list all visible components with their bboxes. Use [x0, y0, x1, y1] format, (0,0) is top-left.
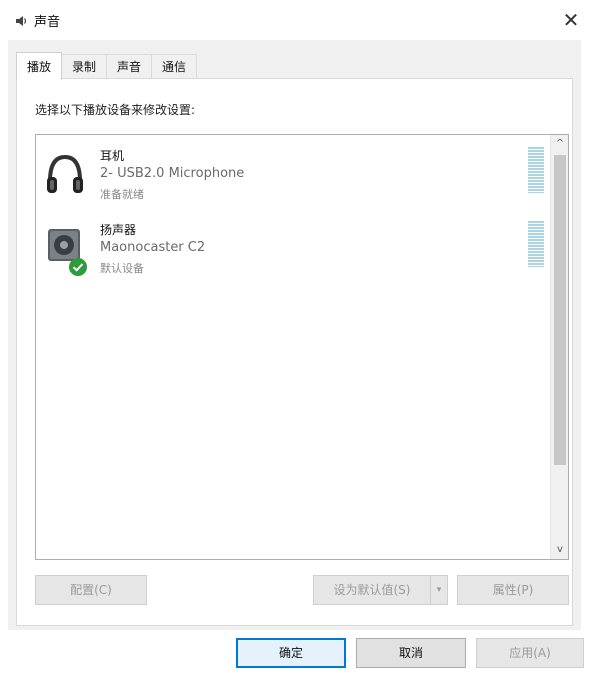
- cancel-button[interactable]: 取消: [356, 638, 466, 668]
- ok-button[interactable]: 确定: [236, 638, 346, 668]
- tab-sounds[interactable]: 声音: [106, 54, 153, 78]
- device-status: 准备就绪: [100, 188, 144, 201]
- set-default-button[interactable]: 设为默认值(S): [313, 575, 431, 605]
- instruction-text: 选择以下播放设备来修改设置:: [35, 103, 196, 117]
- window-title: 声音: [34, 15, 61, 30]
- device-item-speaker[interactable]: 扬声器 Maonocaster C2 默认设备: [40, 215, 546, 283]
- properties-button[interactable]: 属性(P): [457, 575, 569, 605]
- tab-communications[interactable]: 通信: [151, 54, 198, 78]
- dialog-body: 播放 录制 声音 通信 选择以下播放设备来修改设置: 耳机 2- USB2.0: [8, 40, 581, 630]
- device-name: 扬声器: [100, 223, 137, 237]
- close-button[interactable]: ✕: [557, 6, 585, 34]
- device-list: 耳机 2- USB2.0 Microphone 准备就绪 扬声器 Maonoca…: [35, 134, 569, 560]
- scroll-down-button[interactable]: v: [551, 541, 569, 559]
- device-name: 耳机: [100, 149, 125, 163]
- sound-dialog: 声音 ✕ 播放 录制 声音 通信 选择以下播放设备来修改设置: 耳机 2- US…: [0, 0, 589, 674]
- playback-panel: 选择以下播放设备来修改设置: 耳机 2- USB2.0 Microphone 准…: [16, 78, 573, 626]
- scroll-up-button[interactable]: ^: [551, 135, 569, 153]
- set-default-dropdown-arrow[interactable]: ▾: [430, 575, 448, 605]
- volume-level-meter: [528, 221, 544, 267]
- device-status: 默认设备: [100, 262, 144, 275]
- device-description: Maonocaster C2: [100, 240, 206, 255]
- default-device-check-icon: [69, 258, 87, 276]
- configure-button[interactable]: 配置(C): [35, 575, 147, 605]
- title-bar: 声音 ✕: [0, 0, 589, 40]
- device-list-scrollbar[interactable]: ^ v: [550, 135, 568, 559]
- tab-recording[interactable]: 录制: [61, 54, 108, 78]
- tab-playback[interactable]: 播放: [16, 52, 63, 80]
- device-description: 2- USB2.0 Microphone: [100, 166, 245, 181]
- apply-button[interactable]: 应用(A): [476, 638, 584, 668]
- speaker-volume-icon: [16, 16, 27, 26]
- device-item-headphones[interactable]: 耳机 2- USB2.0 Microphone 准备就绪: [40, 141, 546, 209]
- headphones-icon: [47, 154, 83, 193]
- volume-level-meter: [528, 147, 544, 193]
- scroll-thumb[interactable]: [554, 155, 566, 465]
- tab-bar: 播放 录制 声音 通信: [16, 52, 198, 80]
